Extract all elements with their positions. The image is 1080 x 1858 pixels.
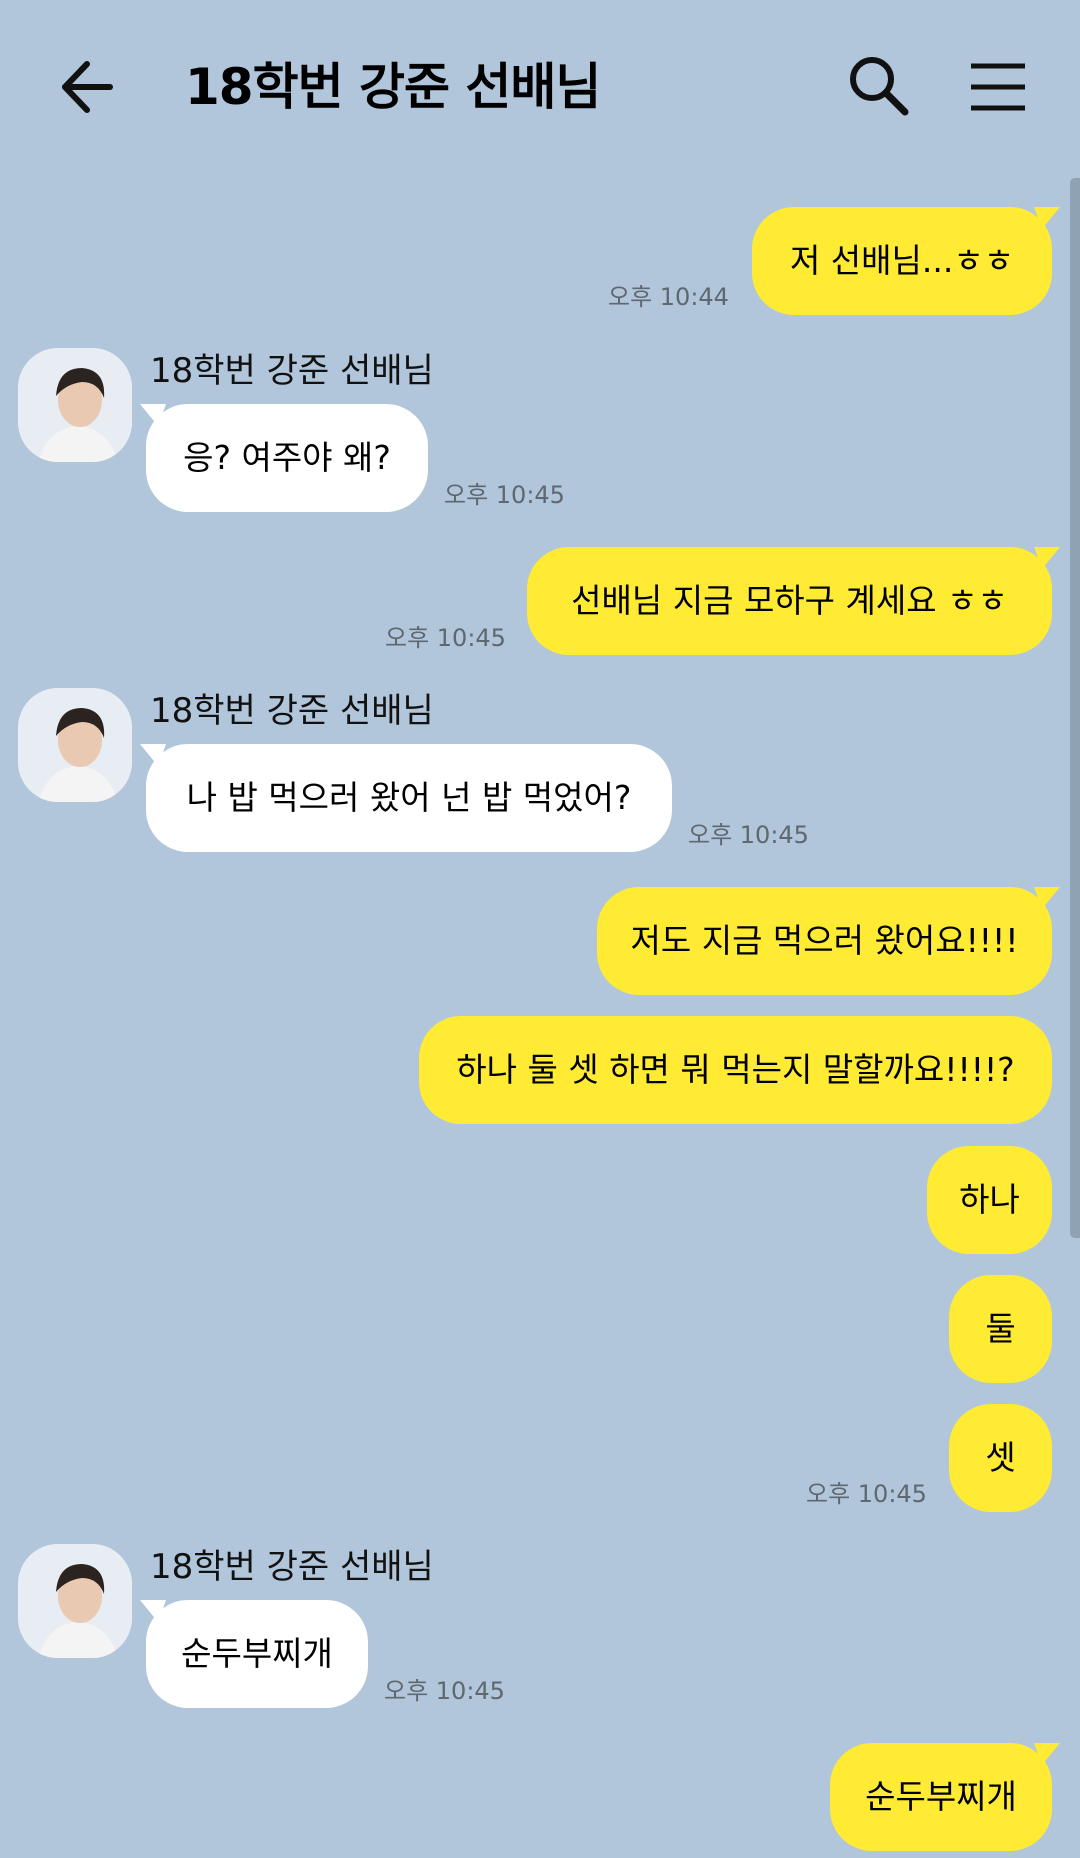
- bubble-tail: [1034, 1743, 1060, 1765]
- avatar[interactable]: [18, 348, 132, 462]
- message-text: 저도 지금 먹으러 왔어요!!!!: [630, 921, 1019, 960]
- back-button[interactable]: [55, 52, 145, 122]
- profile-photo-icon: [18, 348, 132, 462]
- message-time: 오후 10:44: [608, 283, 729, 311]
- message-time: 오후 10:45: [688, 821, 809, 849]
- bubble-tail: [1034, 887, 1060, 909]
- arrow-left-icon: [62, 61, 113, 113]
- my-message-bubble[interactable]: 둘: [949, 1275, 1052, 1383]
- message-text: 순두부찌개: [181, 1634, 333, 1673]
- avatar[interactable]: [18, 1544, 132, 1658]
- my-message-bubble[interactable]: 순두부찌개: [830, 1743, 1052, 1851]
- message-text: 둘: [985, 1309, 1016, 1348]
- bubble-tail: [1034, 547, 1060, 569]
- search-icon: [850, 57, 909, 116]
- other-message-bubble[interactable]: 나 밥 먹으러 왔어 넌 밥 먹었어?: [146, 744, 672, 852]
- message-time: 오후 10:45: [385, 624, 506, 652]
- message-text: 응? 여주야 왜?: [183, 438, 391, 477]
- message-text: 저 선배님...ㅎㅎ: [789, 241, 1015, 280]
- other-message-bubble[interactable]: 응? 여주야 왜?: [146, 404, 428, 512]
- my-message-bubble[interactable]: 셋: [949, 1404, 1052, 1512]
- message-text: 순두부찌개: [865, 1777, 1017, 1816]
- message-time: 오후 10:45: [806, 1480, 927, 1508]
- hamburger-menu-icon: [971, 63, 1025, 111]
- sender-name: 18학번 강준 선배님: [150, 1547, 434, 1587]
- message-text: 셋: [985, 1438, 1016, 1477]
- my-message-bubble[interactable]: 저 선배님...ㅎㅎ: [752, 207, 1052, 315]
- search-button[interactable]: [845, 52, 915, 122]
- sender-name: 18학번 강준 선배님: [150, 691, 434, 731]
- message-time: 오후 10:45: [444, 481, 565, 509]
- scrollbar[interactable]: [1070, 178, 1080, 1238]
- profile-photo-icon: [18, 1544, 132, 1658]
- message-text: 하나 둘 셋 하면 뭐 먹는지 말할까요!!!!?: [456, 1050, 1015, 1089]
- bubble-tail: [1034, 207, 1060, 229]
- message-text: 선배님 지금 모하구 계세요 ㅎㅎ: [571, 581, 1008, 620]
- avatar[interactable]: [18, 688, 132, 802]
- profile-photo-icon: [18, 688, 132, 802]
- my-message-bubble[interactable]: 저도 지금 먹으러 왔어요!!!!: [597, 887, 1052, 995]
- my-message-bubble[interactable]: 선배님 지금 모하구 계세요 ㅎㅎ: [527, 547, 1052, 655]
- my-message-bubble[interactable]: 하나 둘 셋 하면 뭐 먹는지 말할까요!!!!?: [419, 1016, 1052, 1124]
- chat-title: 18학번 강준 선배님: [185, 58, 601, 116]
- my-message-bubble[interactable]: 하나: [927, 1146, 1052, 1254]
- message-text: 나 밥 먹으러 왔어 넌 밥 먹었어?: [186, 778, 632, 817]
- other-message-bubble[interactable]: 순두부찌개: [146, 1600, 368, 1708]
- sender-name: 18학번 강준 선배님: [150, 351, 434, 391]
- menu-button[interactable]: [965, 52, 1035, 122]
- message-text: 하나: [959, 1180, 1020, 1219]
- message-time: 오후 10:45: [384, 1677, 505, 1705]
- chat-header: 18학번 강준 선배님: [0, 0, 1080, 170]
